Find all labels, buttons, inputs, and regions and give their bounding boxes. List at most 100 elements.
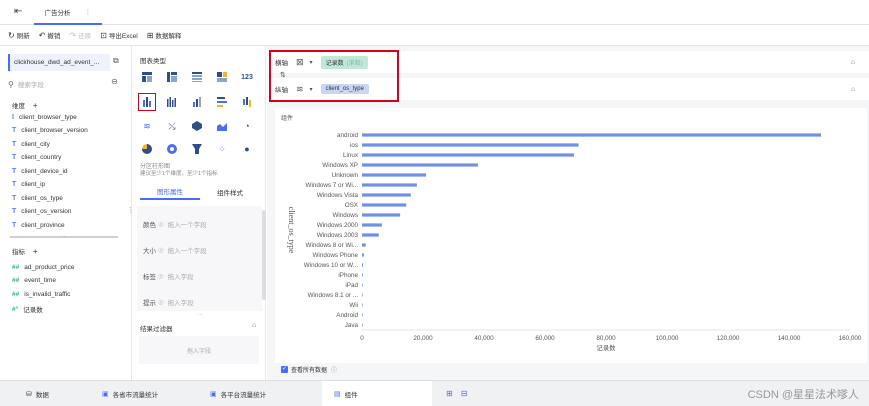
refresh-button[interactable]: ↻ 刷新 bbox=[8, 30, 30, 41]
explain-icon: ⊞ bbox=[146, 30, 154, 40]
more-options-icon[interactable]: ⊖ bbox=[111, 77, 118, 86]
table-switch-icon[interactable]: ⧉ bbox=[113, 56, 119, 66]
search-field[interactable]: ⚲ 搜索字段 bbox=[8, 77, 112, 91]
x-tick-label: 120,000 bbox=[717, 335, 740, 342]
tab-ad-analysis[interactable]: 广告分析 ⋮ bbox=[34, 0, 102, 25]
checkbox-checked-icon[interactable]: ✓ bbox=[281, 366, 288, 373]
size-attribute-row[interactable]: 大小 ◎ 拖入一个字段 bbox=[143, 245, 207, 255]
dimension-item[interactable]: Iclient_browser_type bbox=[12, 114, 77, 121]
data-explain-button[interactable]: ⊞ 数据解释 bbox=[146, 30, 182, 41]
partition-bar-chart-icon[interactable] bbox=[140, 95, 154, 109]
tab-data[interactable]: ⛁ 数据 bbox=[0, 381, 90, 406]
filter-lock-icon[interactable]: ⌂ bbox=[252, 322, 256, 329]
info-icon: ◎ bbox=[158, 247, 164, 254]
group-table-icon[interactable] bbox=[215, 70, 229, 84]
exit-icon[interactable]: ⇤ bbox=[14, 6, 22, 17]
show-all-data[interactable]: ✓ 查看所有数据 ⓘ bbox=[281, 365, 337, 374]
undo-button[interactable]: ↶ 撤销 bbox=[38, 30, 61, 41]
label-attribute-row[interactable]: 标签 ◎ 拖入字段 bbox=[143, 271, 194, 281]
tab-platform-traffic[interactable]: ▣ 各平台流量统计 bbox=[198, 381, 322, 406]
measure-header: 指标 + bbox=[12, 247, 38, 256]
y-tick-label: Wii bbox=[349, 302, 358, 309]
tab-province-traffic[interactable]: ▣ 各省市流量统计 bbox=[90, 381, 198, 406]
database-icon: ⛁ bbox=[26, 390, 32, 398]
table-selector[interactable]: clickhouse_dwd_ad_event_... bbox=[8, 54, 110, 71]
info-icon: ◎ bbox=[158, 299, 164, 306]
add-dimension-icon[interactable]: + bbox=[33, 101, 38, 110]
search-input[interactable]: 搜索字段 bbox=[18, 79, 44, 89]
refresh-icon: ↻ bbox=[8, 30, 15, 40]
polygon-chart-icon[interactable] bbox=[190, 119, 204, 133]
area-chart-icon[interactable] bbox=[215, 119, 229, 133]
y-tick-label: OSX bbox=[345, 202, 359, 209]
tooltip-attribute-row[interactable]: 提示 ◎ 拖入字段 bbox=[143, 297, 194, 307]
bubble-chart-icon[interactable]: ● bbox=[240, 142, 254, 156]
add-measure-icon[interactable]: + bbox=[33, 247, 38, 256]
measure-item[interactable]: ## event_time bbox=[12, 277, 56, 284]
tab-title: 广告分析 bbox=[44, 9, 71, 17]
scatter-chart-icon[interactable]: ⁘ bbox=[215, 142, 229, 156]
dimension-item[interactable]: Tclient_city bbox=[12, 141, 50, 148]
dimension-item[interactable]: Tclient_country bbox=[12, 154, 61, 161]
number-type-icon: ## bbox=[12, 264, 20, 271]
y-tick-label: Unknown bbox=[332, 172, 359, 179]
measure-item[interactable]: #° 记录数 bbox=[12, 304, 43, 315]
line-chart-icon[interactable]: ≋ bbox=[140, 119, 154, 133]
dimension-item[interactable]: Tclient_browser_version bbox=[12, 127, 88, 134]
info-icon: ◎ bbox=[158, 221, 164, 228]
measure-item[interactable]: ## ad_product_price bbox=[12, 264, 74, 271]
attribute-scrollbar[interactable] bbox=[262, 210, 266, 300]
tab-component[interactable]: ▤ 组件 bbox=[322, 381, 432, 406]
add-component-icon[interactable]: ⊟ bbox=[461, 389, 468, 398]
y-tick-label: Windows 2000 bbox=[317, 222, 359, 229]
tab-graph-properties[interactable]: 图形属性 bbox=[140, 184, 200, 200]
measure-item[interactable]: ## is_invalid_traffic bbox=[12, 291, 70, 298]
y-tick-label: Windows 10 or W... bbox=[304, 262, 358, 269]
horizontal-bar-chart-icon[interactable] bbox=[215, 95, 229, 109]
radar-line-icon[interactable]: ⤯ bbox=[165, 119, 179, 133]
x-tick-label: 160,000 bbox=[839, 335, 862, 342]
number-chart-icon[interactable]: 123 bbox=[240, 70, 254, 84]
add-dashboard-icon[interactable]: ⊞ bbox=[446, 389, 453, 398]
undo-icon: ↶ bbox=[38, 30, 46, 40]
bar bbox=[362, 143, 579, 147]
y-axis-lock-icon[interactable]: ⌂ bbox=[851, 86, 855, 93]
y-tick-label: Windows 7 or Wi... bbox=[306, 182, 359, 189]
range-bar-chart-icon[interactable] bbox=[240, 95, 254, 109]
table-chart-icon[interactable] bbox=[140, 70, 154, 84]
pie-chart-icon[interactable] bbox=[140, 142, 154, 156]
tab-more-icon[interactable]: ⋮ bbox=[85, 8, 92, 16]
color-attribute-row[interactable]: 颜色 ◎ 拖入一个字段 bbox=[143, 219, 207, 229]
x-tick-label: 0 bbox=[360, 335, 364, 342]
text-type-icon: T bbox=[12, 127, 17, 134]
rose-chart-icon[interactable] bbox=[165, 142, 179, 156]
x-axis-lock-icon[interactable]: ⌂ bbox=[851, 59, 855, 66]
tab-component-style[interactable]: 组件样式 bbox=[200, 184, 260, 200]
export-excel-button[interactable]: ⊡ 导出Excel bbox=[100, 30, 138, 41]
stacked-bar-chart-icon[interactable] bbox=[190, 95, 204, 109]
chart-desc-hint: 建议至少1个维度，至少1个指标 bbox=[140, 171, 218, 177]
number-type-icon: ## bbox=[12, 291, 20, 298]
dimension-item[interactable]: Tclient_ip bbox=[12, 181, 45, 188]
filter-drop-zone[interactable]: 拖入字段 bbox=[139, 336, 259, 364]
bar bbox=[362, 163, 478, 167]
multi-bar-chart-icon[interactable] bbox=[165, 95, 179, 109]
redo-button[interactable]: ↷ 还原 bbox=[69, 30, 91, 41]
dimension-item[interactable]: Tclient_province bbox=[12, 222, 65, 229]
dimension-item[interactable]: Tclient_device_id bbox=[12, 168, 68, 175]
gauge-chart-icon[interactable]: ◔ bbox=[240, 119, 254, 133]
text-type-icon: T bbox=[12, 222, 17, 229]
dimension-item[interactable]: Tclient_os_type bbox=[12, 195, 63, 202]
cross-table-icon[interactable] bbox=[165, 70, 179, 84]
resize-handle-icon[interactable]: ⋯ bbox=[198, 312, 203, 318]
info-icon[interactable]: ⓘ bbox=[331, 365, 337, 374]
bar bbox=[362, 323, 363, 327]
dimension-item[interactable]: Tclient_os_version bbox=[12, 208, 72, 215]
y-tick-label: Windows Phone bbox=[312, 252, 358, 259]
dashboard-icon: ▣ bbox=[210, 390, 217, 398]
resize-handle-icon[interactable]: ⋯ bbox=[62, 234, 67, 240]
funnel-chart-icon[interactable] bbox=[190, 142, 204, 156]
y-tick-label: Windows 8 or Wi... bbox=[306, 242, 359, 249]
y-tick-label: Linux bbox=[343, 152, 359, 159]
detail-table-icon[interactable] bbox=[190, 70, 204, 84]
